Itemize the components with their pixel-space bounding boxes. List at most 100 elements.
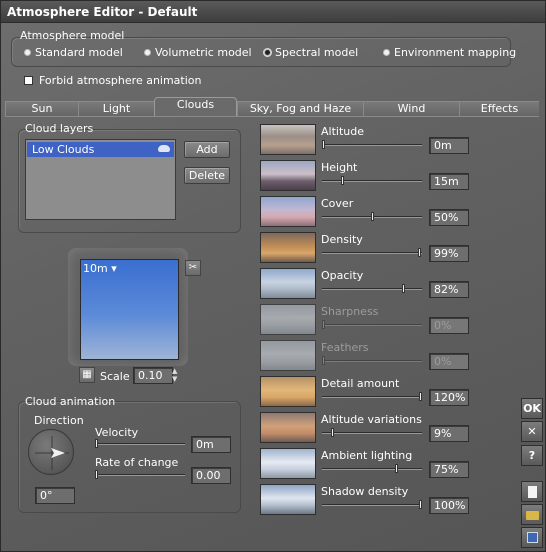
param-label: Detail amount: [321, 377, 400, 390]
param-slider: [322, 320, 422, 329]
param-row-cover: Cover 50%: [260, 196, 475, 230]
stepper-down-icon[interactable]: ▼: [172, 375, 177, 383]
param-preview-thumbnail: [260, 484, 316, 515]
velocity-field[interactable]: 0m: [191, 436, 231, 453]
preview-altitude-label: 10m: [83, 262, 108, 275]
texture-map-button[interactable]: ▦: [79, 367, 95, 383]
tab-clouds[interactable]: Clouds: [154, 97, 237, 116]
delete-layer-button[interactable]: Delete: [184, 167, 230, 184]
param-preview-thumbnail: [260, 196, 316, 227]
radio-spectral-model[interactable]: Spectral model: [264, 46, 358, 59]
param-slider[interactable]: [322, 140, 422, 149]
param-value-field[interactable]: 0m: [429, 137, 469, 154]
param-slider-thumb[interactable]: [418, 248, 421, 257]
param-value-field[interactable]: 120%: [429, 389, 469, 406]
param-label: Cover: [321, 197, 354, 210]
param-value-field[interactable]: 9%: [429, 425, 469, 442]
preview-options-button[interactable]: ✂: [185, 260, 201, 276]
param-slider-thumb[interactable]: [419, 392, 422, 401]
param-slider-thumb[interactable]: [419, 500, 422, 509]
tab-light[interactable]: Light: [78, 101, 154, 116]
radio-environment-mapping[interactable]: Environment mapping: [383, 46, 516, 59]
tab-wind[interactable]: Wind: [363, 101, 459, 116]
param-label: Sharpness: [321, 305, 379, 318]
checkbox-label: Forbid atmosphere animation: [39, 74, 202, 87]
radio-dot: [383, 49, 390, 56]
param-row-ambient-lighting: Ambient lighting 75%: [260, 448, 475, 482]
cloud-animation-title: Cloud animation: [25, 395, 116, 408]
param-value-field[interactable]: 75%: [429, 461, 469, 478]
close-icon: ✕: [527, 425, 537, 438]
rate-of-change-slider[interactable]: [95, 470, 185, 479]
param-label: Altitude variations: [321, 413, 422, 426]
param-value-field[interactable]: 99%: [429, 245, 469, 262]
param-slider[interactable]: [322, 176, 422, 185]
checker-icon: ▦: [82, 369, 92, 380]
param-label: Shadow density: [321, 485, 409, 498]
param-slider[interactable]: [322, 284, 422, 293]
param-slider-thumb[interactable]: [402, 284, 405, 293]
tab-sun[interactable]: Sun: [5, 101, 78, 116]
param-value-field: 0%: [429, 317, 469, 334]
param-label: Feathers: [321, 341, 369, 354]
param-slider-thumb: [322, 320, 325, 329]
radio-label: Spectral model: [275, 46, 359, 59]
param-row-shadow-density: Shadow density 100%: [260, 484, 475, 518]
param-slider-thumb[interactable]: [341, 176, 344, 185]
velocity-slider[interactable]: [95, 439, 185, 448]
radio-dot-selected: [264, 49, 271, 56]
param-row-feathers: Feathers 0%: [260, 340, 475, 374]
help-button[interactable]: ?: [521, 445, 543, 466]
forbid-animation-checkbox[interactable]: Forbid atmosphere animation: [24, 74, 202, 87]
radio-standard-model[interactable]: Standard model: [24, 46, 123, 59]
radio-volumetric-model[interactable]: Volumetric model: [144, 46, 252, 59]
param-value-field[interactable]: 50%: [429, 209, 469, 226]
add-layer-button[interactable]: Add: [184, 141, 230, 158]
atmosphere-editor-window: Atmosphere Editor - Default Atmosphere m…: [0, 0, 546, 552]
param-slider[interactable]: [322, 428, 422, 437]
param-slider[interactable]: [322, 212, 422, 221]
param-value-field[interactable]: 15m: [429, 173, 469, 190]
open-button[interactable]: [521, 504, 543, 525]
param-row-detail-amount: Detail amount 120%: [260, 376, 475, 410]
param-row-altitude-variations: Altitude variations 9%: [260, 412, 475, 446]
direction-label: Direction: [34, 414, 84, 427]
new-button[interactable]: [521, 481, 543, 502]
list-item-selected[interactable]: Low Clouds: [27, 142, 174, 157]
direction-field[interactable]: 0°: [35, 487, 75, 504]
cloud-layers-list[interactable]: Low Clouds: [25, 139, 176, 220]
list-item-label: Low Clouds: [32, 143, 95, 156]
param-preview-thumbnail: [260, 304, 316, 335]
direction-compass[interactable]: [28, 429, 74, 475]
radio-label: Volumetric model: [155, 46, 252, 59]
tab-effects[interactable]: Effects: [459, 101, 539, 116]
stepper-up-icon[interactable]: ▲: [172, 367, 177, 375]
rate-of-change-field[interactable]: 0.00: [191, 467, 231, 484]
param-value-field[interactable]: 100%: [429, 497, 469, 514]
radio-dot: [24, 49, 31, 56]
param-slider-thumb[interactable]: [395, 464, 398, 473]
param-slider-thumb[interactable]: [322, 140, 325, 149]
param-slider-thumb[interactable]: [371, 212, 374, 221]
ok-button[interactable]: OK: [521, 398, 543, 419]
scale-field[interactable]: 0.10: [133, 367, 173, 384]
param-slider-thumb[interactable]: [331, 428, 334, 437]
param-slider[interactable]: [322, 248, 422, 257]
rate-of-change-label: Rate of change: [95, 456, 179, 469]
param-slider[interactable]: [322, 392, 422, 401]
param-value-field[interactable]: 82%: [429, 281, 469, 298]
param-slider[interactable]: [322, 500, 422, 509]
tab-sky-fog-haze[interactable]: Sky, Fog and Haze: [237, 101, 363, 116]
rate-slider-thumb[interactable]: [95, 470, 98, 479]
save-button[interactable]: [521, 527, 543, 548]
param-preview-thumbnail: [260, 376, 316, 407]
scale-stepper[interactable]: ▲ ▼: [172, 367, 180, 384]
preview-altitude-dropdown[interactable]: 10m ▾: [83, 262, 117, 275]
tab-bar: Sun Light Clouds Sky, Fog and Haze Wind …: [5, 97, 539, 116]
cancel-button[interactable]: ✕: [521, 421, 543, 442]
cloud-preview[interactable]: 10m ▾: [80, 259, 179, 360]
velocity-slider-thumb[interactable]: [95, 439, 98, 448]
param-slider[interactable]: [322, 464, 422, 473]
cloud-icon: [158, 145, 170, 152]
param-row-height: Height 15m: [260, 160, 475, 194]
